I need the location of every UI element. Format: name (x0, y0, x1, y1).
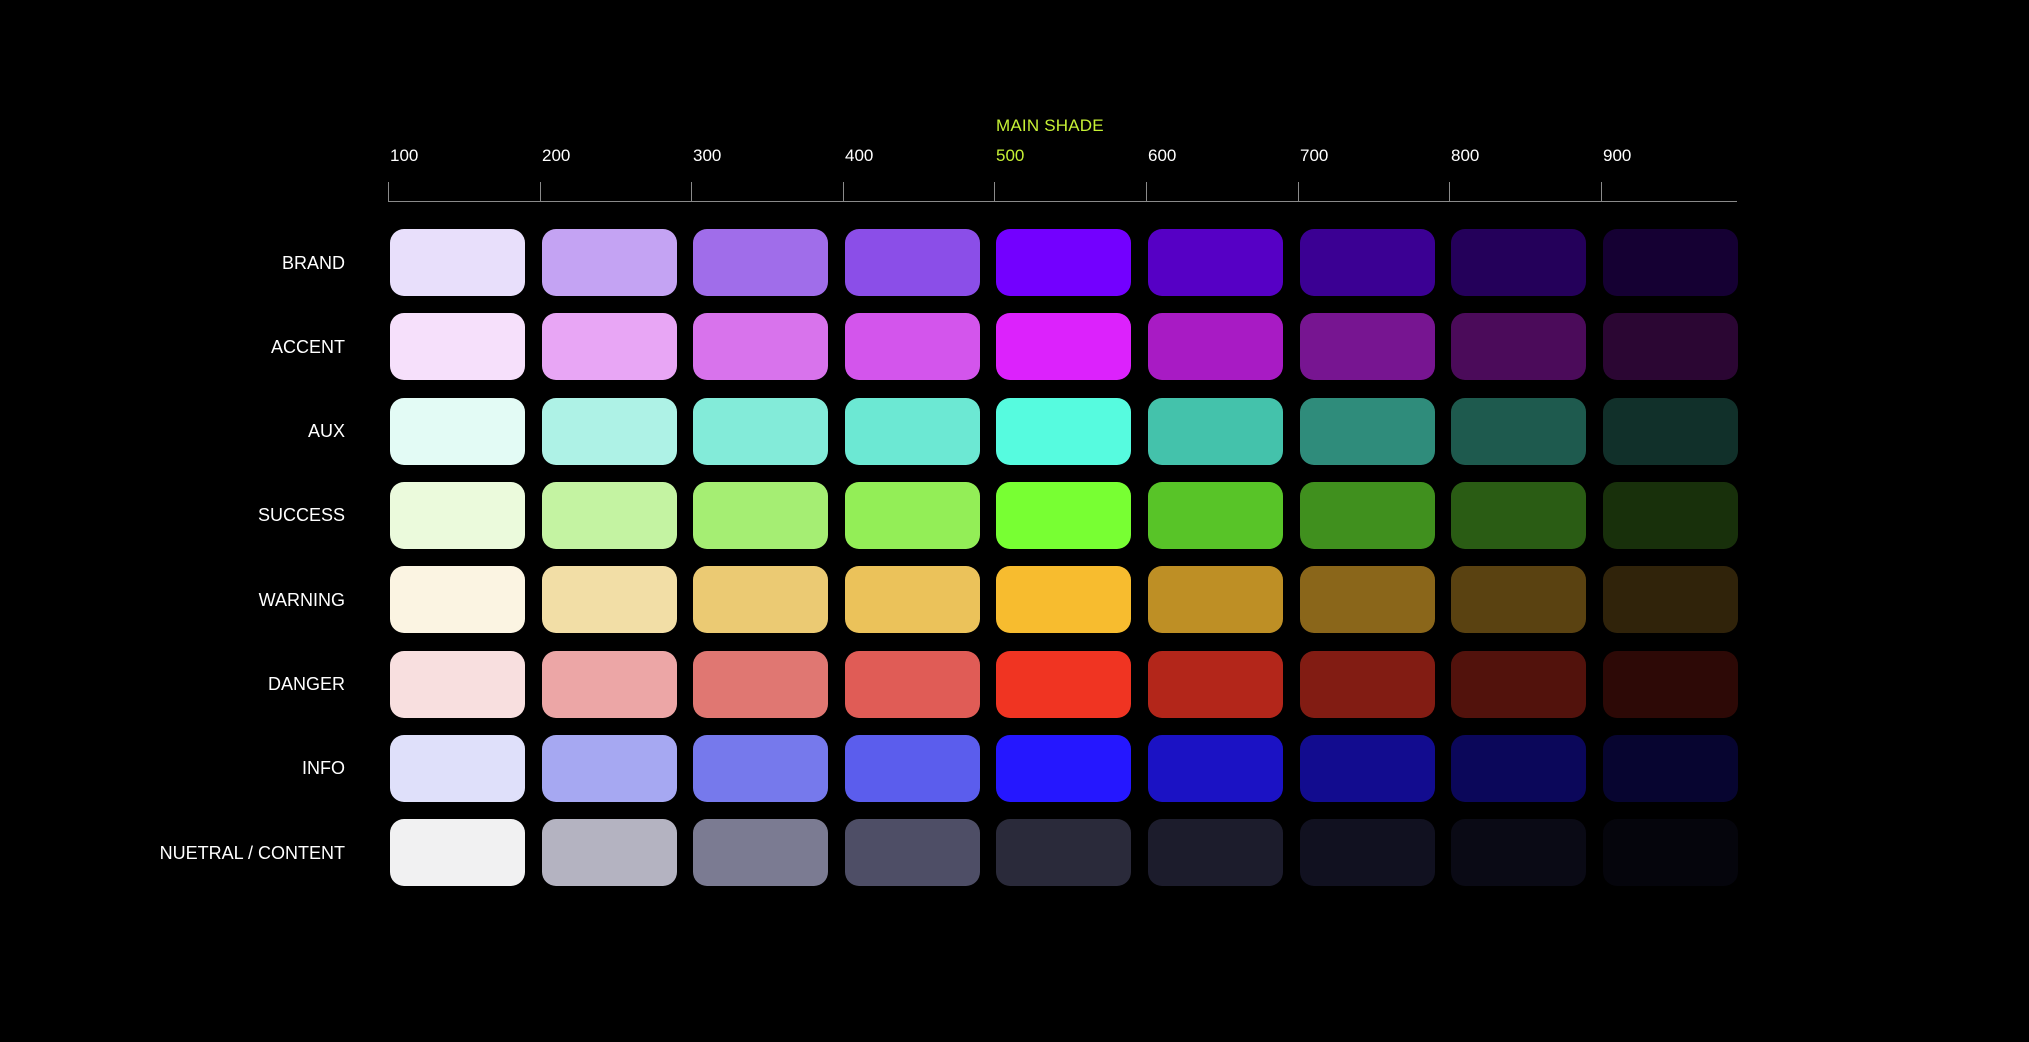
swatch-info-400[interactable] (845, 735, 980, 802)
swatch-warning-900[interactable] (1603, 566, 1738, 633)
swatch-warning-500[interactable] (996, 566, 1131, 633)
swatch-info-600[interactable] (1148, 735, 1283, 802)
swatch-success-600[interactable] (1148, 482, 1283, 549)
swatch-info-700[interactable] (1300, 735, 1435, 802)
swatch-danger-700[interactable] (1300, 651, 1435, 718)
swatch-warning-700[interactable] (1300, 566, 1435, 633)
swatch-warning-800[interactable] (1451, 566, 1586, 633)
swatch-success-800[interactable] (1451, 482, 1586, 549)
swatch-brand-800[interactable] (1451, 229, 1586, 296)
swatch-aux-700[interactable] (1300, 398, 1435, 465)
swatch-brand-700[interactable] (1300, 229, 1435, 296)
swatch-accent-900[interactable] (1603, 313, 1738, 380)
swatch-success-900[interactable] (1603, 482, 1738, 549)
swatch-aux-400[interactable] (845, 398, 980, 465)
swatch-aux-300[interactable] (693, 398, 828, 465)
swatch-accent-500[interactable] (996, 313, 1131, 380)
swatch-nuetral-content-700[interactable] (1300, 819, 1435, 886)
swatch-aux-200[interactable] (542, 398, 677, 465)
palette-label-nuetral-content: NUETRAL / CONTENT (159, 842, 345, 863)
swatch-accent-300[interactable] (693, 313, 828, 380)
swatch-danger-400[interactable] (845, 651, 980, 718)
swatch-brand-400[interactable] (845, 229, 980, 296)
palette-label-accent: ACCENT (270, 336, 345, 357)
swatch-info-900[interactable] (1603, 735, 1738, 802)
palette-label-warning: WARNING (258, 589, 345, 610)
swatch-danger-600[interactable] (1148, 651, 1283, 718)
swatch-info-100[interactable] (390, 735, 525, 802)
swatch-info-200[interactable] (542, 735, 677, 802)
swatch-accent-400[interactable] (845, 313, 980, 380)
swatch-danger-800[interactable] (1451, 651, 1586, 718)
swatch-warning-600[interactable] (1148, 566, 1283, 633)
swatch-nuetral-content-200[interactable] (542, 819, 677, 886)
palette-label-info: INFO (302, 758, 345, 779)
swatch-success-100[interactable] (390, 482, 525, 549)
swatch-accent-700[interactable] (1300, 313, 1435, 380)
swatch-success-200[interactable] (542, 482, 677, 549)
palette-label-aux: AUX (307, 421, 345, 442)
swatch-warning-400[interactable] (845, 566, 980, 633)
swatch-accent-100[interactable] (390, 313, 525, 380)
swatch-danger-100[interactable] (390, 651, 525, 718)
swatch-danger-200[interactable] (542, 651, 677, 718)
swatch-brand-200[interactable] (542, 229, 677, 296)
swatch-aux-900[interactable] (1603, 398, 1738, 465)
swatch-aux-100[interactable] (390, 398, 525, 465)
swatch-info-300[interactable] (693, 735, 828, 802)
swatch-danger-900[interactable] (1603, 651, 1738, 718)
swatch-nuetral-content-300[interactable] (693, 819, 828, 886)
swatch-accent-200[interactable] (542, 313, 677, 380)
swatch-warning-300[interactable] (693, 566, 828, 633)
swatch-nuetral-content-800[interactable] (1451, 819, 1586, 886)
swatch-danger-300[interactable] (693, 651, 828, 718)
swatch-warning-100[interactable] (390, 566, 525, 633)
swatch-aux-800[interactable] (1451, 398, 1586, 465)
swatch-accent-600[interactable] (1148, 313, 1283, 380)
palette-label-brand: BRAND (281, 252, 345, 273)
swatch-warning-200[interactable] (542, 566, 677, 633)
swatch-info-800[interactable] (1451, 735, 1586, 802)
swatch-success-700[interactable] (1300, 482, 1435, 549)
swatch-info-500[interactable] (996, 735, 1131, 802)
swatch-aux-600[interactable] (1148, 398, 1283, 465)
swatch-danger-500[interactable] (996, 651, 1131, 718)
swatch-brand-100[interactable] (390, 229, 525, 296)
color-palette-grid: BRAND ACCENT AUX SUCCESS WARNING DANGER INFO NU… (0, 0, 2029, 1042)
swatch-brand-600[interactable] (1148, 229, 1283, 296)
swatch-nuetral-content-600[interactable] (1148, 819, 1283, 886)
swatch-nuetral-content-900[interactable] (1603, 819, 1738, 886)
swatch-accent-800[interactable] (1451, 313, 1586, 380)
palette-label-success: SUCCESS (257, 505, 345, 526)
swatch-aux-500[interactable] (996, 398, 1131, 465)
palette-label-danger: DANGER (267, 674, 345, 694)
swatch-success-500[interactable] (996, 482, 1131, 549)
swatch-nuetral-content-100[interactable] (390, 819, 525, 886)
swatch-success-300[interactable] (693, 482, 828, 549)
swatch-success-400[interactable] (845, 482, 980, 549)
swatch-brand-900[interactable] (1603, 229, 1738, 296)
swatch-nuetral-content-500[interactable] (996, 819, 1131, 886)
swatch-brand-300[interactable] (693, 229, 828, 296)
swatch-nuetral-content-400[interactable] (845, 819, 980, 886)
swatch-brand-500[interactable] (996, 229, 1131, 296)
